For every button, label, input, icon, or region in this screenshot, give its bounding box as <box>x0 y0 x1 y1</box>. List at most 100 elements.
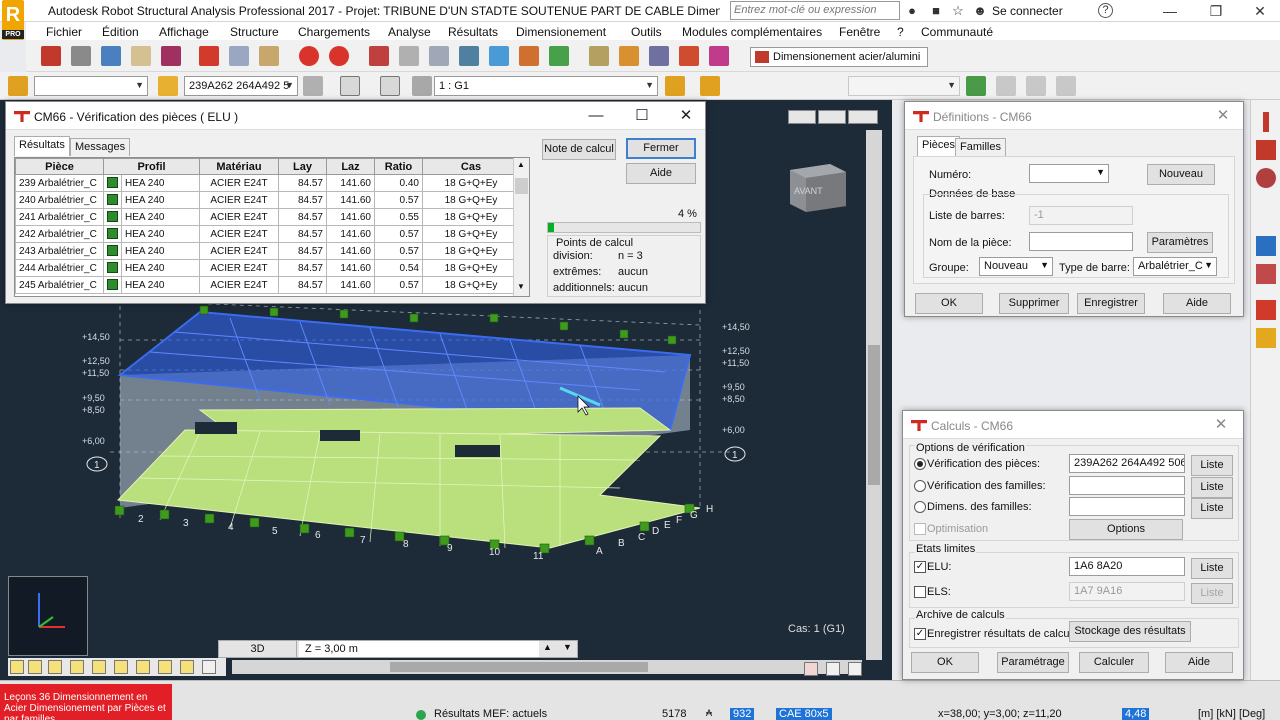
delete-button[interactable]: Supprimer <box>999 293 1069 314</box>
section-view-icon[interactable] <box>136 660 150 674</box>
piece-list-field[interactable]: 239A262 264A492 506. <box>1069 454 1185 473</box>
next-case-icon[interactable] <box>700 76 720 96</box>
loads-icon[interactable] <box>619 46 639 66</box>
home-view-icon[interactable] <box>70 660 84 674</box>
view-options-icon[interactable] <box>804 662 818 676</box>
column-header[interactable]: Laz <box>326 158 375 175</box>
print-icon[interactable] <box>71 46 91 66</box>
glasses-icon[interactable] <box>1256 168 1276 188</box>
scroll-thumb[interactable] <box>515 178 528 194</box>
tab-pieces[interactable]: Pièces <box>917 136 961 156</box>
table-row[interactable]: 242 Arbalétrier_C HEA 240 ACIER E24T 84.57 1… <box>15 225 520 243</box>
selection-combo[interactable]: ▼ <box>34 76 148 96</box>
elu-cases-field[interactable]: 1A6 8A20 <box>1069 557 1185 576</box>
dialog-title-bar[interactable]: CM66 - Vérification des pièces ( ELU ) —… <box>6 102 705 130</box>
zoom-icon[interactable] <box>459 46 479 66</box>
tab-resultats[interactable]: Résultats <box>14 136 70 156</box>
tables-icon[interactable] <box>369 46 389 66</box>
cart-icon[interactable]: ■ <box>928 3 944 19</box>
calculator-icon[interactable] <box>399 46 419 66</box>
pan-icon[interactable] <box>92 660 106 674</box>
table-row[interactable]: 241 Arbalétrier_C HEA 240 ACIER E24T 84.57 1… <box>15 208 520 226</box>
els-cases-field[interactable]: 1A7 9A16 <box>1069 582 1185 601</box>
material-icon[interactable] <box>1256 328 1276 348</box>
view-mode-icon[interactable] <box>340 76 360 96</box>
tools-icon[interactable] <box>709 46 729 66</box>
column-header[interactable]: Matériau <box>199 158 279 175</box>
display-icon[interactable] <box>380 76 400 96</box>
ok-button[interactable]: OK <box>915 293 983 314</box>
table-row[interactable]: 239 Arbalétrier_C HEA 240 ACIER E24T 84.57 1… <box>15 174 520 192</box>
close-dialog-button[interactable]: Fermer <box>626 138 696 159</box>
options-button[interactable]: Options <box>1069 519 1183 540</box>
maximize-button[interactable]: ❐ <box>1196 0 1236 22</box>
tab-messages[interactable]: Messages <box>70 138 131 156</box>
viewport-vertical-scrollbar[interactable] <box>866 130 882 660</box>
menu-help[interactable]: ? <box>897 25 904 39</box>
menu-analyse[interactable]: Analyse <box>388 25 431 39</box>
column-header[interactable]: Lay <box>278 158 327 175</box>
viewport-restore-button[interactable] <box>818 110 846 124</box>
display-options-icon[interactable] <box>826 662 840 676</box>
family-list-field[interactable] <box>1069 476 1185 495</box>
frame-icon[interactable] <box>1256 264 1276 284</box>
table-row[interactable]: 244 Arbalétrier_C HEA 240 ACIER E24T 84.57 1… <box>15 259 520 277</box>
numbering-icon[interactable] <box>180 660 194 674</box>
piece-name-field[interactable] <box>1029 232 1133 251</box>
numero-combo[interactable]: ▼ <box>1029 164 1109 183</box>
maximize-button[interactable]: ☐ <box>630 106 654 126</box>
elu-list-button[interactable]: Liste <box>1191 558 1233 579</box>
column-header[interactable]: Pièce <box>15 158 104 175</box>
menu-fichier[interactable]: Fichier <box>46 25 82 39</box>
close-button[interactable]: ✕ <box>1209 415 1233 435</box>
binoculars-icon[interactable]: ● <box>904 3 920 19</box>
menu-edition[interactable]: Édition <box>102 25 139 39</box>
view-icon[interactable] <box>519 46 539 66</box>
design-icon[interactable] <box>679 46 699 66</box>
bar-type-combo[interactable]: Arbalétrier_C ▼ <box>1133 257 1217 276</box>
zoom-out-icon[interactable] <box>28 660 42 674</box>
view-cube[interactable]: AVANT <box>786 160 848 212</box>
search-input[interactable]: Entrez mot-clé ou expression <box>730 1 900 20</box>
paste-icon[interactable] <box>259 46 279 66</box>
table-export-icon[interactable] <box>1056 76 1076 96</box>
ok-button[interactable]: OK <box>911 652 979 673</box>
family-design-field[interactable] <box>1069 497 1185 516</box>
dialog-title-bar[interactable]: Définitions - CM66 ✕ <box>905 102 1243 130</box>
calculation-note-button[interactable]: Note de calcul <box>542 139 616 160</box>
node-number[interactable]: 932 <box>730 708 755 720</box>
menu-chargements[interactable]: Chargements <box>298 25 370 39</box>
menu-outils[interactable]: Outils <box>631 25 662 39</box>
help-icon[interactable]: ? <box>1098 3 1113 18</box>
save-results-checkbox[interactable]: ✓ <box>914 628 926 640</box>
table-edit-icon[interactable] <box>1026 76 1046 96</box>
results-storage-button[interactable]: Stockage des résultats <box>1069 621 1191 642</box>
lock-icon[interactable] <box>429 46 449 66</box>
grid-view-icon[interactable] <box>202 660 216 674</box>
menu-affichage[interactable]: Affichage <box>159 25 209 39</box>
zoom-value[interactable]: 4,48 <box>1122 708 1150 720</box>
zoom-all-icon[interactable] <box>489 46 509 66</box>
redo-icon[interactable] <box>329 46 349 66</box>
profile-icon[interactable] <box>1256 300 1276 320</box>
new-piece-button[interactable]: Nouveau <box>1147 164 1215 185</box>
table-row[interactable]: 245 Arbalétrier_C HEA 240 ACIER E24T 84.57 1… <box>15 276 520 294</box>
table-row[interactable]: 240 Arbalétrier_C HEA 240 ACIER E24T 84.57 1… <box>15 191 520 209</box>
section-field[interactable]: CAE 80x5 <box>776 708 832 720</box>
attributes-icon[interactable] <box>848 662 862 676</box>
bar-list-field[interactable]: -1 <box>1029 206 1133 225</box>
menu-dimensionement[interactable]: Dimensionement <box>516 25 606 39</box>
copy-icon[interactable] <box>229 46 249 66</box>
scroll-up-icon[interactable]: ▲ <box>517 160 525 169</box>
layout-selector[interactable]: Dimensionement acier/alumini <box>750 47 928 67</box>
lock-view-icon[interactable] <box>412 76 432 96</box>
rotate-icon[interactable] <box>114 660 128 674</box>
table-scrollbar[interactable]: ▲ ▼ <box>513 158 529 296</box>
family-verification-radio[interactable] <box>914 480 926 492</box>
table-row[interactable]: 243 Arbalétrier_C HEA 240 ACIER E24T 84.57 1… <box>15 242 520 260</box>
viewport-horizontal-scrollbar[interactable] <box>232 660 862 674</box>
piece-list-button[interactable]: Liste <box>1191 455 1233 476</box>
save-icon[interactable] <box>41 46 61 66</box>
els-checkbox[interactable] <box>914 586 926 598</box>
parameters-button[interactable]: Paramètres <box>1147 232 1213 253</box>
